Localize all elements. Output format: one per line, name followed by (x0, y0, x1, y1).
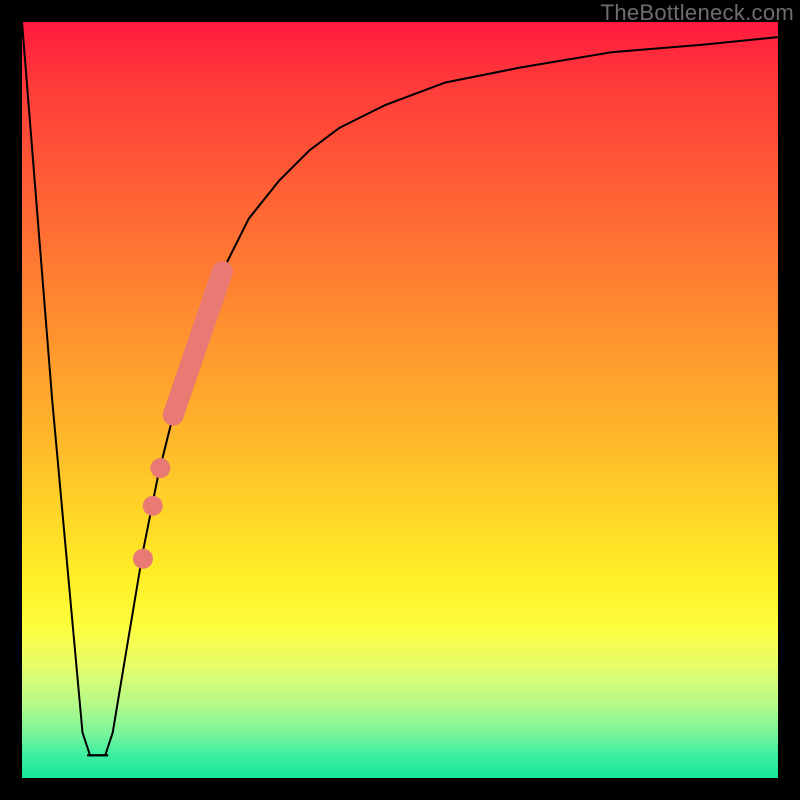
bottleneck-curve (22, 22, 778, 755)
marker-dot-0 (150, 458, 170, 478)
marker-dot-2 (133, 549, 153, 569)
marker-group (133, 271, 222, 568)
chart-svg (22, 22, 778, 778)
plot-area (22, 22, 778, 778)
attribution-label: TheBottleneck.com (601, 0, 794, 26)
chart-frame: TheBottleneck.com (0, 0, 800, 800)
curve-path (22, 22, 778, 755)
marker-dot-1 (143, 496, 163, 516)
marker-bar (173, 271, 222, 415)
